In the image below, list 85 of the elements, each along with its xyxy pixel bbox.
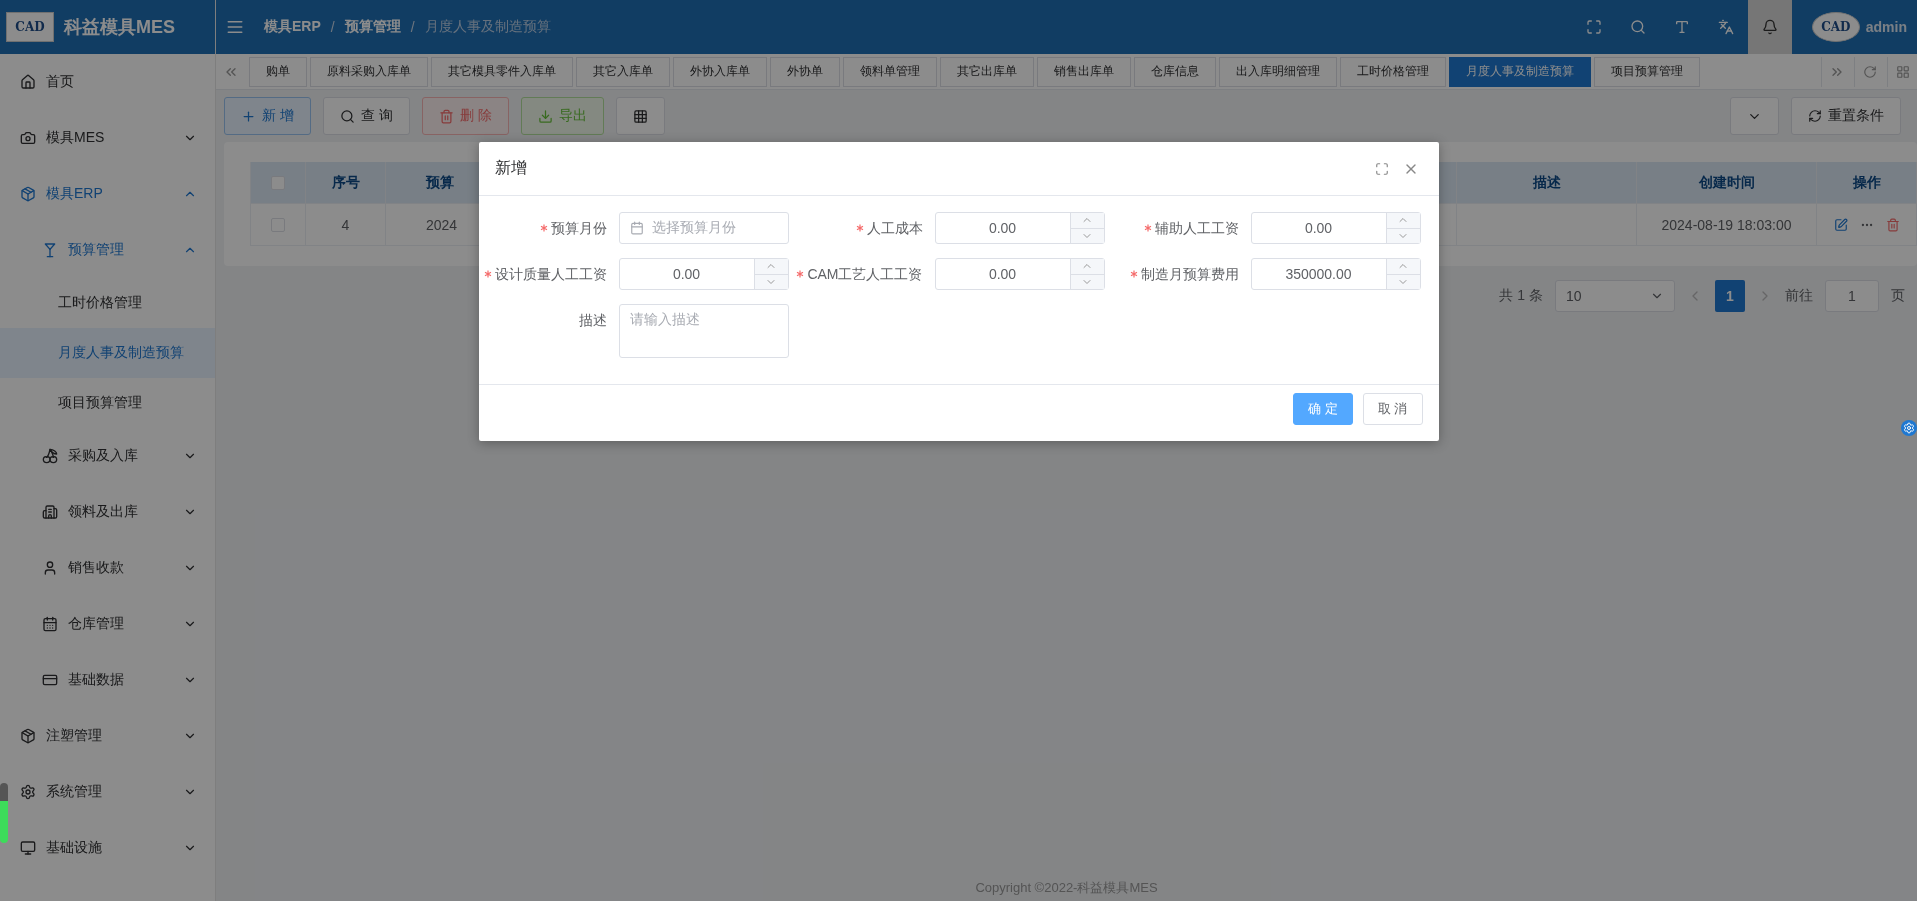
building-icon — [42, 504, 58, 520]
search-icon — [339, 108, 355, 124]
logo: CAD — [6, 12, 54, 42]
page-tab[interactable]: 购单 — [249, 56, 307, 87]
number-input[interactable]: 0.00 — [934, 212, 1105, 244]
column-header: 创建时间 — [1637, 162, 1817, 204]
page-tab[interactable]: 外协单 — [770, 56, 840, 87]
page-tab[interactable]: 其它入库单 — [576, 56, 670, 87]
page-tab[interactable]: 出入库明细管理 — [1219, 56, 1337, 87]
font-size-icon[interactable] — [1673, 19, 1690, 35]
field-label: 人工成本 — [794, 212, 923, 244]
grid-icon[interactable] — [1895, 64, 1910, 79]
plus-icon — [241, 108, 256, 124]
refresh-icon — [1808, 109, 1822, 123]
page-number[interactable]: 1 — [1715, 280, 1745, 312]
column-header: 描述 — [1457, 162, 1637, 204]
goto-page-input[interactable]: 1 — [1825, 280, 1879, 312]
page-tab[interactable]: 其它出库单 — [940, 56, 1034, 87]
table-cell: 2024-08-19 18:03:00 — [1637, 204, 1817, 246]
grid-icon — [632, 108, 648, 124]
field-label: 描述 — [577, 311, 607, 330]
field-label: 预算月份 — [478, 212, 607, 244]
card-icon — [42, 672, 58, 688]
number-input[interactable]: 0.00 — [1250, 212, 1421, 244]
columns-button[interactable] — [615, 97, 665, 135]
download-icon — [537, 108, 553, 124]
page-suffix: 页 — [1891, 287, 1905, 305]
toolbar-button[interactable]: 查 询 — [322, 97, 410, 135]
bell-icon — [1761, 19, 1778, 35]
number-input[interactable]: 0.00 — [934, 258, 1105, 290]
user-name[interactable]: admin — [1865, 19, 1907, 35]
edit-icon[interactable] — [1833, 217, 1848, 232]
trash-icon[interactable] — [1885, 217, 1900, 232]
calendar-icon — [42, 616, 58, 632]
page-tab[interactable]: 领料单管理 — [843, 56, 937, 87]
page-tab[interactable]: 工时价格管理 — [1340, 56, 1446, 87]
package-icon — [20, 728, 36, 744]
notification-button[interactable] — [1747, 0, 1792, 54]
total-count: 共 1 条 — [1499, 287, 1543, 305]
number-input[interactable]: 0.00 — [618, 258, 789, 290]
column-header: 序号 — [306, 162, 386, 204]
home-icon — [20, 74, 36, 90]
breadcrumb-separator: / — [330, 19, 335, 35]
user-avatar[interactable]: CAD — [1811, 12, 1860, 42]
cancel-button[interactable]: 取 消 — [1362, 393, 1423, 425]
package-icon — [20, 186, 36, 202]
page-size-select[interactable]: 10 — [1555, 280, 1675, 312]
page-tab[interactable]: 仓库信息 — [1134, 56, 1216, 87]
cocktail-glass-icon — [42, 242, 58, 258]
breadcrumb-item[interactable]: 预算管理 — [344, 18, 401, 36]
page-tab[interactable]: 外协入库单 — [673, 56, 767, 87]
calendar-icon — [629, 221, 644, 235]
sidebar-item[interactable]: 月度人事及制造预算 — [0, 328, 215, 378]
settings-icon[interactable] — [1901, 420, 1917, 436]
page-tab[interactable]: 其它模具零件入库单 — [431, 56, 573, 87]
reset-button[interactable]: 重置条件 — [1791, 97, 1901, 135]
app-title: 科益模具MES — [64, 16, 175, 39]
menu-icon[interactable] — [226, 18, 244, 36]
table-cell: 4 — [306, 204, 386, 246]
page-tab[interactable]: 项目预算管理 — [1594, 56, 1700, 87]
field-label: CAM工艺人工工资 — [794, 258, 923, 290]
monitor-icon — [20, 840, 36, 856]
toolbar-button[interactable]: 新 增 — [224, 97, 311, 135]
fullscreen-icon[interactable] — [1374, 161, 1389, 176]
page-tab[interactable]: 原料采购入库单 — [310, 56, 428, 87]
scroll-indicator — [0, 783, 8, 843]
person-icon — [42, 560, 58, 576]
translate-icon[interactable] — [1717, 19, 1734, 35]
breadcrumb-item[interactable]: 模具ERP — [264, 18, 321, 36]
column-header: 操作 — [1817, 162, 1917, 204]
page-tab[interactable]: 月度人事及制造预算 — [1449, 56, 1591, 87]
gear-icon — [20, 784, 36, 800]
fullscreen-icon[interactable] — [1585, 19, 1602, 35]
field-label: 设计质量人工工资 — [478, 258, 607, 290]
goto-label: 前往 — [1785, 287, 1813, 305]
number-input[interactable]: 350000.00 — [1250, 258, 1421, 290]
refresh-icon[interactable] — [1862, 64, 1877, 79]
camera-icon — [20, 130, 36, 146]
dropdown-button[interactable] — [1730, 97, 1779, 135]
breadcrumb-separator: / — [410, 19, 415, 35]
field-label: 制造月预算费用 — [1110, 258, 1239, 290]
trash-icon — [438, 108, 454, 124]
search-icon[interactable] — [1629, 19, 1646, 35]
page-tab[interactable]: 销售出库单 — [1037, 56, 1131, 87]
field-label: 辅助人工工资 — [1110, 212, 1239, 244]
